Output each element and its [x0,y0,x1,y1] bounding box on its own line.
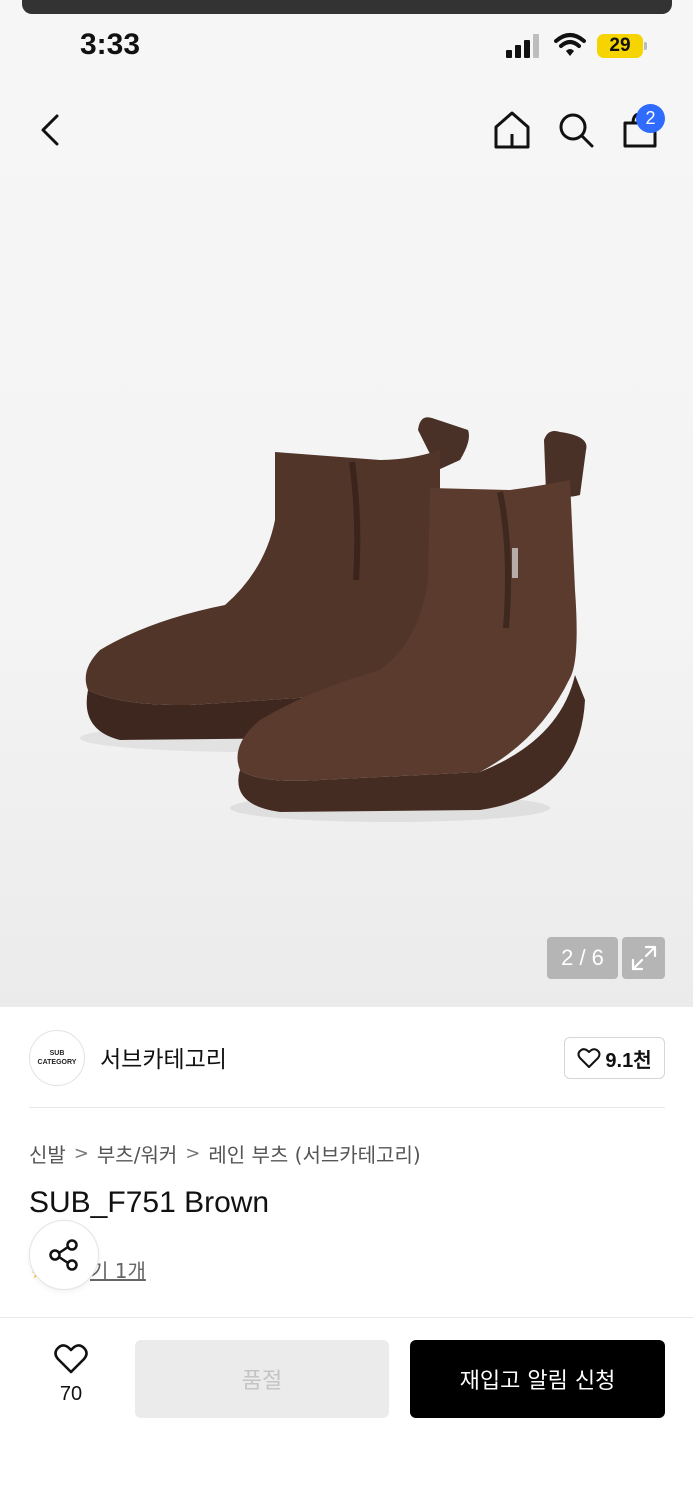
brand-logo[interactable]: SUB CATEGORY [29,1030,85,1086]
brand-logo-line2: CATEGORY [37,1059,77,1066]
chevron-right-icon: > [73,1142,89,1164]
battery-tip [644,42,647,50]
product-title: SUB_F751 Brown [29,1186,270,1219]
breadcrumb: 신발 > 부츠/워커 > 레인 부츠 (서브카테고리) [29,1138,421,1168]
heart-icon [54,1344,88,1374]
brand-like-button[interactable]: 9.1천 [564,1037,665,1079]
breadcrumb-item[interactable]: 레인 부츠 (서브카테고리) [208,1139,420,1168]
home-icon [494,111,530,149]
divider [29,1107,665,1108]
cart-count-badge: 2 [636,104,665,133]
breadcrumb-item[interactable]: 부츠/워커 [97,1139,177,1168]
device-notch [22,0,672,14]
expand-image-button[interactable] [622,937,665,979]
search-icon [559,113,594,148]
home-button[interactable] [490,108,534,152]
search-button[interactable] [554,108,598,152]
brand-like-count: 9.1천 [605,1049,652,1072]
share-button[interactable] [29,1220,99,1290]
brand-name[interactable]: 서브카테고리 [100,1040,227,1074]
wishlist-button[interactable]: 70 [40,1343,102,1413]
wifi-icon [554,33,586,56]
battery-indicator: 29 [597,34,643,58]
product-detail-page: 3:33 29 2 2 / 6 SUB CATEGORY 서브카테고리 9.1천… [0,0,693,1500]
chevron-left-icon [41,114,59,146]
wishlist-count: 70 [59,1383,83,1405]
heart-icon [577,1048,601,1068]
cellular-signal-icon [506,34,539,58]
soldout-button[interactable]: 품절 [135,1340,389,1418]
bottom-bar-divider [0,1317,693,1318]
share-icon [49,1239,78,1271]
restock-alert-button[interactable]: 재입고 알림 신청 [410,1340,665,1418]
brand-logo-line1: SUB [49,1050,65,1057]
image-counter: 2 / 6 [547,937,618,979]
breadcrumb-item[interactable]: 신발 [29,1139,66,1168]
expand-icon [631,945,656,971]
back-button[interactable] [30,108,70,152]
status-time: 3:33 [80,28,141,61]
product-image [80,417,587,822]
chevron-right-icon: > [185,1142,201,1164]
